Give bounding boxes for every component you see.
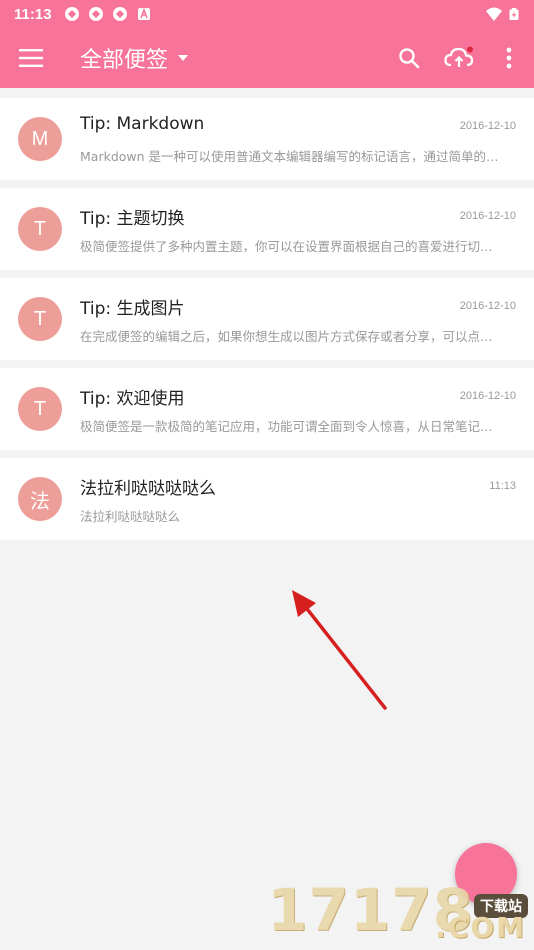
note-card[interactable]: 法 法拉利哒哒哒哒么 11:13 法拉利哒哒哒哒么	[0, 458, 534, 540]
note-card[interactable]: T Tip: 生成图片 2016-12-10 在完成便签的编辑之后，如果你想生成…	[0, 278, 534, 360]
note-preview: 极简便签提供了多种内置主题，你可以在设置界面根据自己的喜爱进行切…	[80, 239, 493, 254]
note-date: 2016-12-10	[459, 120, 516, 132]
note-card[interactable]: M Tip: Markdown 2016-12-10 Markdown 是一种可…	[0, 98, 534, 180]
menu-button[interactable]	[0, 28, 62, 88]
notes-list: M Tip: Markdown 2016-12-10 Markdown 是一种可…	[0, 98, 534, 548]
note-avatar: T	[18, 387, 62, 431]
battery-icon	[509, 8, 519, 20]
note-title: Tip: 生成图片	[80, 299, 185, 319]
note-title: 法拉利哒哒哒哒么	[80, 479, 216, 499]
note-date: 2016-12-10	[459, 390, 516, 402]
note-title: Tip: 主题切换	[80, 209, 185, 229]
status-notification-icons	[64, 6, 152, 22]
app-bar: 全部便签	[0, 28, 534, 88]
note-avatar: 法	[18, 477, 62, 521]
note-preview: 在完成便签的编辑之后，如果你想生成以图片方式保存或者分享，可以点…	[80, 329, 493, 344]
sync-icon	[112, 7, 127, 21]
note-content: Tip: 主题切换 2016-12-10 极简便签提供了多种内置主题，你可以在设…	[80, 188, 534, 270]
note-card[interactable]: T Tip: 主题切换 2016-12-10 极简便签提供了多种内置主题，你可以…	[0, 188, 534, 270]
note-preview: 法拉利哒哒哒哒么	[80, 509, 181, 524]
more-options-button[interactable]	[484, 28, 534, 88]
sync-icon	[64, 7, 79, 21]
note-preview: 极简便签是一款极简的笔记应用，功能可谓全面到令人惊喜，从日常笔记…	[80, 419, 493, 434]
search-button[interactable]	[384, 28, 434, 88]
cloud-sync-button[interactable]	[434, 28, 484, 88]
folder-title[interactable]: 全部便签	[80, 42, 168, 74]
sync-icon	[88, 7, 103, 21]
note-avatar: T	[18, 207, 62, 251]
note-card[interactable]: T Tip: 欢迎使用 2016-12-10 极简便签是一款极简的笔记应用，功能…	[0, 368, 534, 450]
note-date: 2016-12-10	[459, 300, 516, 312]
watermark-domain: .COM	[435, 911, 526, 944]
note-avatar: T	[18, 297, 62, 341]
note-content: Tip: 欢迎使用 2016-12-10 极简便签是一款极简的笔记应用，功能可谓…	[80, 368, 534, 450]
note-content: 法拉利哒哒哒哒么 11:13 法拉利哒哒哒哒么	[80, 458, 534, 540]
dropdown-arrow-icon[interactable]	[176, 51, 190, 65]
note-avatar: M	[18, 117, 62, 161]
hamburger-menu-icon	[19, 49, 43, 67]
more-vert-icon	[506, 47, 512, 69]
note-preview: Markdown 是一种可以使用普通文本编辑器编写的标记语言，通过简单的…	[80, 149, 499, 164]
search-icon	[399, 48, 420, 69]
a-icon	[137, 7, 150, 20]
status-bar: 11:13	[0, 0, 534, 28]
status-time: 11:13	[14, 5, 52, 23]
status-system-icons	[486, 5, 520, 23]
appbar-actions	[384, 28, 534, 88]
note-date: 2016-12-10	[459, 210, 516, 222]
note-title: Tip: 欢迎使用	[80, 389, 185, 409]
note-content: Tip: Markdown 2016-12-10 Markdown 是一种可以使…	[80, 98, 534, 180]
note-date: 11:13	[489, 480, 516, 492]
note-content: Tip: 生成图片 2016-12-10 在完成便签的编辑之后，如果你想生成以图…	[80, 278, 534, 360]
cloud-upload-icon	[444, 46, 474, 67]
wifi-icon	[486, 7, 502, 21]
note-title: Tip: Markdown	[80, 114, 205, 134]
